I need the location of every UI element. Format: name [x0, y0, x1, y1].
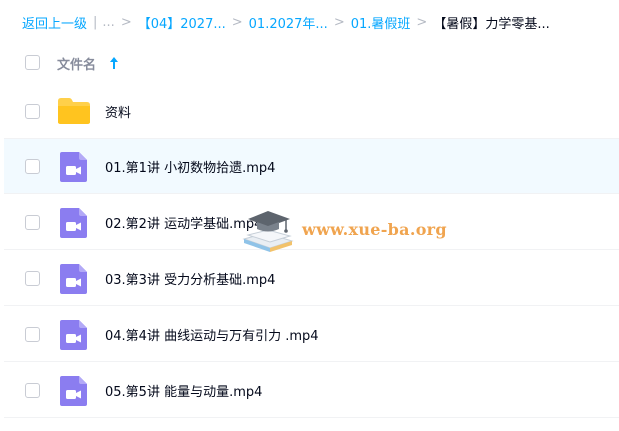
file-name[interactable]: 05.第5讲 能量与动量.mp4 — [105, 381, 262, 400]
breadcrumb-item-3[interactable]: 01.暑假班 — [351, 13, 411, 32]
row-checkbox[interactable] — [25, 104, 40, 119]
file-name[interactable]: 资料 — [105, 102, 131, 121]
list-item[interactable]: 资料 — [4, 84, 619, 139]
breadcrumb-item-2[interactable]: 01.2027年... — [249, 13, 328, 32]
breadcrumb-current: 【暑假】力学零基... — [433, 16, 550, 32]
list-item[interactable]: 01.第1讲 小初数物拾遗.mp4 — [4, 139, 619, 194]
folder-icon — [58, 98, 90, 124]
file-name[interactable]: 02.第2讲 运动学基础.mp4 — [105, 213, 262, 232]
video-file-icon — [60, 208, 87, 238]
back-link[interactable]: 返回上一级 — [22, 13, 87, 32]
row-checkbox[interactable] — [25, 383, 40, 398]
list-item[interactable]: 04.第4讲 曲线运动与万有引力 .mp4 — [4, 307, 619, 362]
breadcrumb-separator: > — [333, 14, 345, 30]
row-checkbox[interactable] — [25, 271, 40, 286]
list-item[interactable]: 05.第5讲 能量与动量.mp4 — [4, 363, 619, 418]
row-checkbox[interactable] — [25, 215, 40, 230]
row-checkbox[interactable] — [25, 327, 40, 342]
file-name[interactable]: 04.第4讲 曲线运动与万有引力 .mp4 — [105, 325, 319, 344]
file-name[interactable]: 03.第3讲 受力分析基础.mp4 — [105, 269, 275, 288]
breadcrumb-separator: > — [231, 14, 243, 30]
breadcrumb-separator: > — [120, 14, 132, 30]
breadcrumb-item-1[interactable]: 【04】2027... — [138, 13, 226, 32]
select-all-checkbox[interactable] — [25, 55, 40, 70]
filename-column-header[interactable]: 文件名 — [57, 54, 96, 73]
list-item[interactable]: 03.第3讲 受力分析基础.mp4 — [4, 251, 619, 306]
breadcrumb-ellipsis[interactable]: ... — [102, 15, 114, 30]
list-header: 文件名 — [0, 44, 619, 82]
list-item[interactable]: 02.第2讲 运动学基础.mp4 — [4, 195, 619, 250]
video-file-icon — [60, 376, 87, 406]
breadcrumb: 返回上一级 | ... > 【04】2027... > 01.2027年... … — [22, 12, 550, 32]
breadcrumb-separator: > — [416, 14, 428, 30]
file-name[interactable]: 01.第1讲 小初数物拾遗.mp4 — [105, 157, 275, 176]
video-file-icon — [60, 264, 87, 294]
row-checkbox[interactable] — [25, 159, 40, 174]
arrow-up-icon[interactable] — [108, 55, 120, 71]
breadcrumb-divider: | — [93, 14, 98, 30]
video-file-icon — [60, 320, 87, 350]
video-file-icon — [60, 152, 87, 182]
file-browser: 返回上一级 | ... > 【04】2027... > 01.2027年... … — [0, 0, 619, 431]
